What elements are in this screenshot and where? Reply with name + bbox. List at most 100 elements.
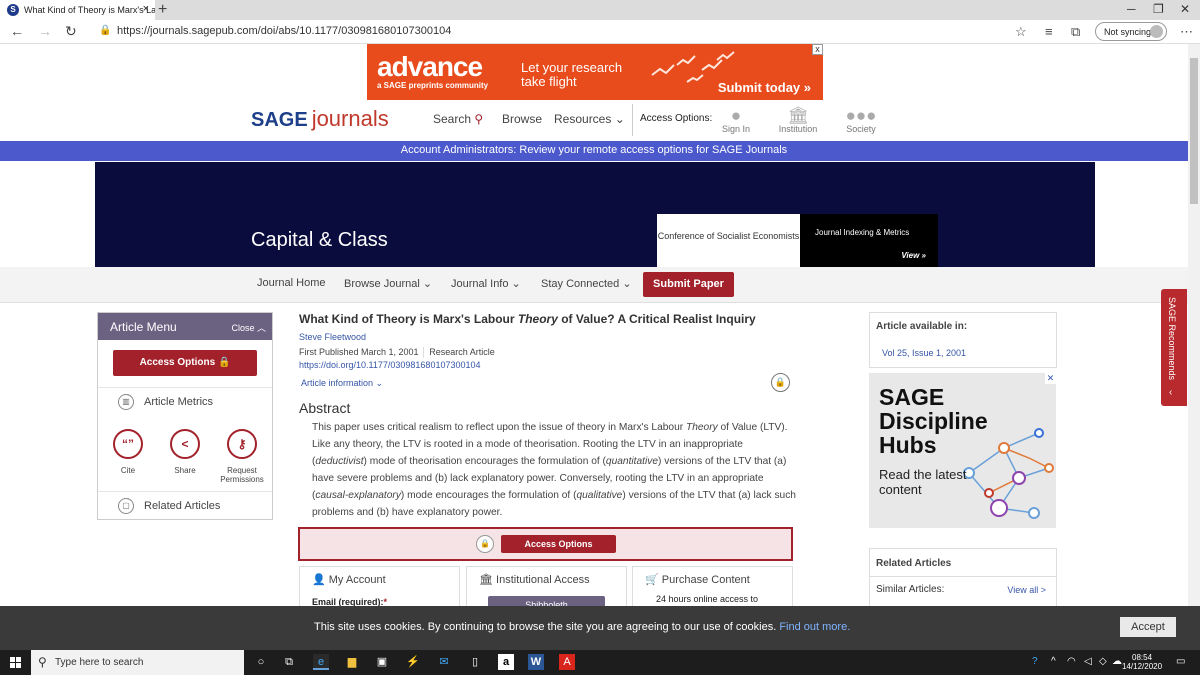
related-articles-link[interactable]: ▢ Related Articles bbox=[98, 491, 272, 521]
lock-icon: 🔒 bbox=[99, 25, 112, 36]
cloud-icon[interactable]: ☁ bbox=[1112, 656, 1122, 667]
metrics-view-link[interactable]: View » bbox=[901, 251, 926, 260]
society-link[interactable]: ●●● Society bbox=[831, 106, 891, 134]
pdf-reader-icon[interactable]: A bbox=[559, 654, 575, 670]
nav-resources-label: Resources bbox=[554, 112, 612, 126]
sign-in-link[interactable]: ● Sign In bbox=[706, 106, 766, 134]
sage-journals-logo[interactable]: SAGE journals bbox=[251, 106, 389, 132]
notifications-icon[interactable]: ▭ bbox=[1176, 656, 1185, 667]
minimize-icon[interactable]: ─ bbox=[1127, 2, 1136, 16]
restore-icon[interactable]: ❐ bbox=[1153, 2, 1164, 16]
subnav-browse-journal[interactable]: Browse Journal ⌄ bbox=[344, 277, 432, 290]
new-tab-icon[interactable]: + bbox=[158, 1, 167, 19]
task-view-icon[interactable]: ⧉ bbox=[281, 654, 297, 670]
sage-recommends-tab[interactable]: SAGE Recommends ‹ bbox=[1161, 289, 1187, 406]
person-icon: ● bbox=[730, 106, 742, 125]
indexing-metrics-tab[interactable]: Journal Indexing & Metrics View » bbox=[800, 214, 938, 267]
subnav-info-label: Journal Info bbox=[451, 278, 509, 290]
submit-paper-button[interactable]: Submit Paper bbox=[643, 272, 734, 297]
forward-icon[interactable]: → bbox=[38, 23, 52, 39]
institution-link[interactable]: 🏛 Institution bbox=[768, 106, 828, 134]
conference-tab[interactable]: Conference of Socialist Economists bbox=[657, 214, 800, 267]
cortana-icon[interactable]: ○ bbox=[253, 654, 269, 670]
windows-start-icon[interactable] bbox=[10, 657, 21, 668]
edge-icon[interactable]: e bbox=[313, 654, 329, 670]
favorite-star-icon[interactable]: ☆ bbox=[1015, 24, 1027, 40]
society-icon: ●●● bbox=[845, 106, 877, 125]
title-part-1: What Kind of Theory is Marx's Labour bbox=[299, 312, 518, 326]
share-label: Share bbox=[174, 466, 196, 475]
clock-time: 08:54 bbox=[1132, 653, 1153, 662]
view-all-link[interactable]: View all > bbox=[1007, 585, 1046, 595]
taskbar-clock[interactable]: 08:54 14/12/2020 bbox=[1122, 653, 1162, 671]
abstract-text: This paper uses critical realism to refl… bbox=[312, 420, 798, 521]
request-permissions-tool[interactable]: ⚷ Request Permissions bbox=[212, 429, 272, 484]
share-tool[interactable]: < Share bbox=[155, 429, 215, 475]
page-scrollbar[interactable] bbox=[1188, 44, 1200, 650]
app-icon[interactable]: ⚡ bbox=[405, 654, 421, 670]
document-icon[interactable]: ▯ bbox=[467, 654, 483, 670]
more-menu-icon[interactable]: ⋯ bbox=[1180, 24, 1193, 40]
accept-cookies-button[interactable]: Accept bbox=[1120, 617, 1176, 637]
logo-journals-text: journals bbox=[311, 106, 389, 131]
word-icon[interactable]: W bbox=[528, 654, 544, 670]
author-link[interactable]: Steve Fleetwood bbox=[299, 332, 366, 342]
file-explorer-icon[interactable]: ▆ bbox=[344, 654, 360, 670]
sign-in-label: Sign In bbox=[721, 124, 751, 134]
help-icon[interactable]: ? bbox=[1032, 656, 1038, 667]
nav-search[interactable]: Search ⚲ bbox=[433, 112, 483, 126]
subnav-journal-info[interactable]: Journal Info ⌄ bbox=[451, 277, 521, 290]
lock-icon[interactable]: 🔒 bbox=[771, 373, 790, 392]
chevron-up-icon[interactable]: ^ bbox=[1051, 656, 1056, 667]
article-metrics-link[interactable]: ▥ Article Metrics bbox=[98, 387, 272, 417]
store-icon[interactable]: ▣ bbox=[374, 654, 390, 670]
menu-close-label: Close bbox=[231, 323, 255, 333]
sage-favicon-icon: S bbox=[7, 4, 19, 16]
ad-close-icon[interactable]: ✕ bbox=[1045, 373, 1056, 384]
sync-button[interactable]: Not syncing bbox=[1095, 22, 1167, 41]
ad-cta-label: Submit today bbox=[717, 80, 801, 95]
doi-link[interactable]: https://doi.org/10.1177/0309816801073001… bbox=[299, 360, 481, 370]
nav-browse[interactable]: Browse bbox=[502, 112, 542, 126]
recommends-label: SAGE Recommends bbox=[1167, 297, 1177, 381]
article-information-toggle[interactable]: Article information ⌄ bbox=[301, 378, 383, 389]
favorites-list-icon[interactable]: ≡ bbox=[1045, 24, 1053, 39]
taskbar-search-placeholder: Type here to search bbox=[55, 657, 144, 668]
close-window-icon[interactable]: ✕ bbox=[1180, 2, 1190, 16]
close-tab-icon[interactable]: × bbox=[143, 3, 149, 15]
network-icon[interactable]: ◠ bbox=[1067, 656, 1076, 667]
subnav-stay-connected[interactable]: Stay Connected ⌄ bbox=[541, 277, 632, 290]
browser-tab[interactable]: S What Kind of Theory is Marx's La × bbox=[0, 0, 155, 20]
amazon-icon[interactable]: a bbox=[498, 654, 514, 670]
publication-info: First Published March 1, 2001 │ Research… bbox=[299, 347, 495, 357]
advance-ad-banner[interactable]: advance a SAGE preprints community Let y… bbox=[367, 44, 823, 100]
abstract-segment: causal-explanatory bbox=[315, 489, 401, 501]
purchase-note: 24 hours online access to bbox=[656, 594, 759, 604]
access-options-button[interactable]: Access Options bbox=[501, 535, 616, 553]
cite-tool[interactable]: “” Cite bbox=[98, 429, 158, 475]
find-out-more-link[interactable]: Find out more. bbox=[779, 621, 850, 633]
header-divider bbox=[632, 104, 633, 136]
subnav-journal-home[interactable]: Journal Home bbox=[257, 277, 325, 289]
cookie-banner: This site uses cookies. By continuing to… bbox=[0, 606, 1200, 650]
address-bar[interactable]: 🔒 https://journals.sagepub.com/doi/abs/1… bbox=[93, 23, 1033, 41]
menu-access-options-button[interactable]: Access Options 🔒 bbox=[113, 350, 257, 376]
ad-close-icon[interactable]: x bbox=[812, 44, 823, 55]
abstract-segment: ) mode of theorisation encourages the fo… bbox=[363, 455, 606, 467]
taskbar-search[interactable]: ⚲ Type here to search bbox=[31, 650, 244, 675]
discipline-hubs-ad[interactable]: SAGE Discipline Hubs Read the latest con… bbox=[869, 373, 1056, 528]
admin-notice-bar[interactable]: Account Administrators: Review your remo… bbox=[0, 141, 1188, 161]
search-icon: ⚲ bbox=[474, 112, 484, 126]
volume-icon[interactable]: ◁ bbox=[1084, 656, 1092, 667]
issue-link[interactable]: Vol 25, Issue 1, 2001 bbox=[882, 348, 966, 358]
back-icon[interactable]: ← bbox=[10, 23, 24, 39]
mail-icon[interactable]: ✉ bbox=[436, 654, 452, 670]
collections-icon[interactable]: ⧉ bbox=[1071, 24, 1080, 40]
menu-close-button[interactable]: Close ︿ bbox=[231, 321, 266, 334]
dropbox-icon[interactable]: ◇ bbox=[1099, 656, 1107, 667]
scrollbar-thumb[interactable] bbox=[1190, 58, 1198, 204]
refresh-icon[interactable]: ↻ bbox=[65, 23, 77, 40]
ad-cta[interactable]: Submit today » bbox=[718, 80, 811, 95]
journal-title[interactable]: Capital & Class bbox=[251, 229, 388, 252]
nav-resources[interactable]: Resources ⌄ bbox=[554, 112, 625, 126]
